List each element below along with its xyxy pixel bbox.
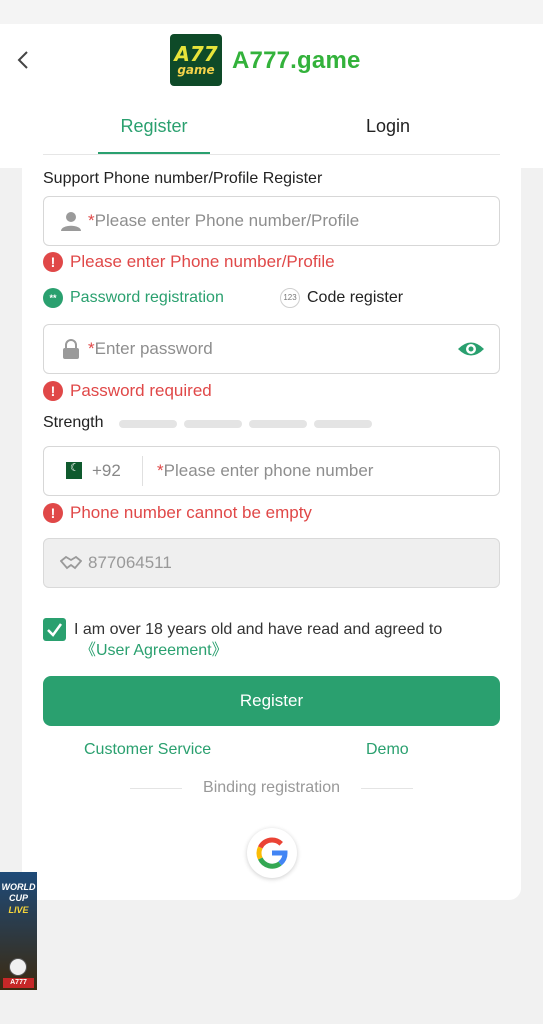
brand-name: A777.game [232,47,361,74]
tab-register[interactable]: Register [98,116,210,137]
password-error: ! Password required [43,381,212,401]
check-icon [47,623,63,637]
user-agreement-link[interactable]: 《User Agreement》 [80,640,228,662]
invite-code-field: 877064511 [43,538,500,588]
phone-error-text: Phone number cannot be empty [70,503,312,522]
binding-registration-label: Binding registration [203,779,340,796]
password-option-icon: ** [43,288,63,308]
strength-bar [119,420,177,428]
account-input[interactable]: *Please enter Phone number/Profile [43,196,500,246]
password-placeholder: *Enter password [88,339,213,358]
eye-icon[interactable] [457,337,485,361]
account-placeholder: *Please enter Phone number/Profile [88,211,360,230]
account-error-text: Please enter Phone number/Profile [70,252,335,271]
pakistan-flag-icon[interactable] [60,461,82,479]
status-strip [0,0,543,24]
page: A77 game A777.game Register Login Suppor… [0,0,543,1024]
football-icon [9,958,27,976]
account-error: ! Please enter Phone number/Profile [43,252,335,272]
error-icon: ! [43,503,63,523]
header: A77 game A777.game Register Login [0,24,543,168]
google-icon [256,837,288,869]
error-icon: ! [43,381,63,401]
error-icon: ! [43,252,63,272]
chevron-left-icon[interactable] [12,48,36,72]
world-cup-promo[interactable]: WORLD CUP LIVE A777 [0,872,37,990]
tab-divider [43,154,500,155]
agree-checkbox[interactable] [43,618,66,641]
handshake-icon [60,555,82,570]
option-code-register[interactable]: 123 Code register [280,288,403,308]
logo: A77 game [170,34,222,86]
strength-bar [184,420,242,428]
user-icon [61,212,81,231]
promo-badge: A777 [3,978,34,988]
option-password-registration[interactable]: ** Password registration [43,288,224,308]
tab-login[interactable]: Login [332,116,444,137]
code-option-icon: 123 [280,288,300,308]
logo-text-bottom: game [177,62,215,77]
divider [142,456,143,486]
logo-text-top: A77 [174,41,218,66]
agree-text: I am over 18 years old and have read and… [74,621,443,638]
code-option-label: Code register [307,289,404,306]
demo-link[interactable]: Demo [366,741,409,759]
phone-error: ! Phone number cannot be empty [43,503,312,523]
promo-line: WORLD [1,882,36,892]
strength-label: Strength [43,414,104,431]
divider [130,788,182,789]
dial-code[interactable]: +92 [92,461,121,481]
phone-placeholder: *Please enter phone number [157,461,374,480]
password-option-label: Password registration [70,289,224,306]
strength-bar [249,420,307,428]
password-input[interactable]: *Enter password [43,324,500,374]
invite-code-value: 877064511 [88,553,172,572]
strength-bar [314,420,372,428]
phone-input[interactable]: +92 *Please enter phone number [43,446,500,496]
customer-service-link[interactable]: Customer Service [84,741,211,759]
account-label: Support Phone number/Profile Register [43,170,323,187]
password-error-text: Password required [70,381,212,400]
google-login-button[interactable] [247,828,297,878]
promo-live: LIVE [8,905,29,915]
register-button[interactable]: Register [43,676,500,726]
divider [361,788,413,789]
promo-line: CUP [8,893,28,903]
lock-icon [63,339,79,359]
